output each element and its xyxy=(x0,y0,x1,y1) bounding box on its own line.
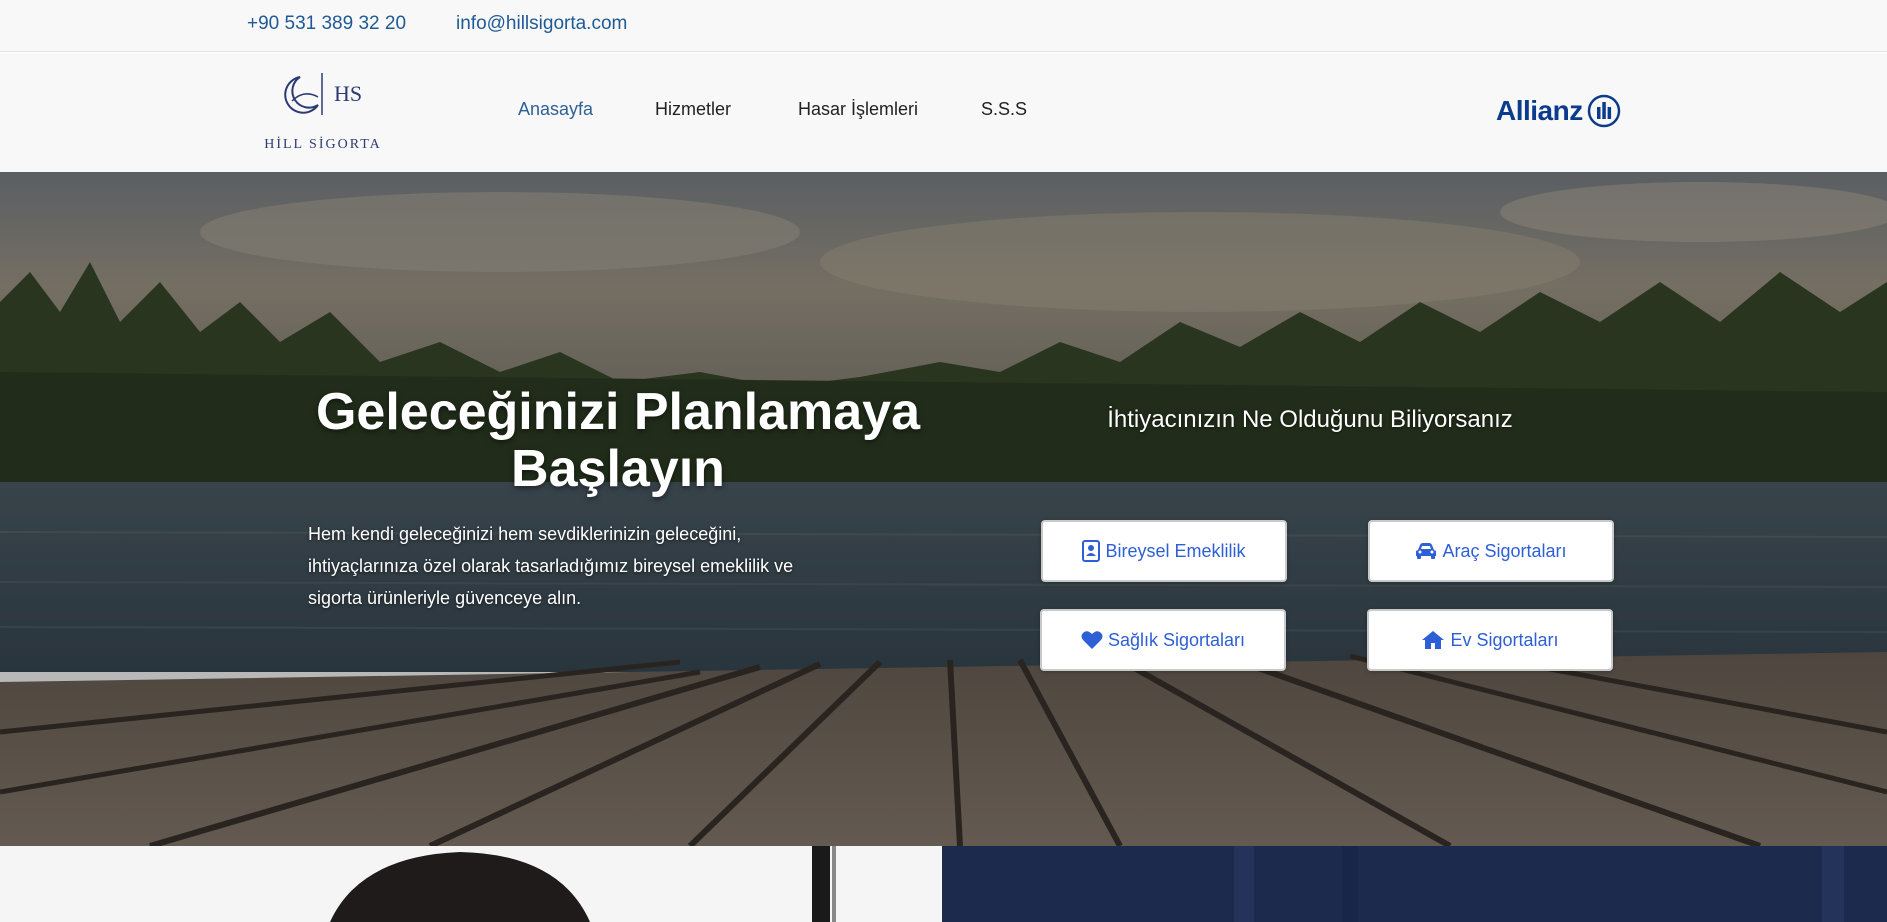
service-button-health[interactable]: Sağlık Sigortaları xyxy=(1040,609,1286,671)
phone-link[interactable]: +90 531 389 32 20 xyxy=(247,13,406,35)
hero-title-line-1: Geleceğinizi Planlamaya xyxy=(315,383,921,441)
hero-section: Geleceğinizi Planlamaya Başlayın Hem ken… xyxy=(0,172,1887,846)
logo-wordmark: HİLL SİGORTA xyxy=(264,137,382,152)
promo-dark-panel xyxy=(942,846,1887,922)
contact-book-icon xyxy=(1082,540,1101,562)
service-button-label: Bireysel Emeklilik xyxy=(1105,540,1246,561)
hero-title-line-2: Başlayın xyxy=(511,440,725,499)
email-link[interactable]: info@hillsigorta.com xyxy=(456,13,627,35)
promo-image-panel xyxy=(0,846,942,922)
person-photo xyxy=(0,846,942,922)
service-button-pension[interactable]: Bireysel Emeklilik xyxy=(1041,520,1287,582)
service-button-label: Sağlık Sigortaları xyxy=(1107,629,1246,650)
hero-question: İhtiyacınızın Ne Olduğunu Biliyorsanız xyxy=(1107,406,1513,433)
nav-item-home[interactable]: Anasayfa xyxy=(518,99,593,120)
service-button-home[interactable]: Ev Sigortaları xyxy=(1367,609,1613,671)
home-icon xyxy=(1421,630,1445,650)
car-icon xyxy=(1415,542,1437,560)
service-button-car[interactable]: Araç Sigortaları xyxy=(1368,520,1614,582)
logo-monogram: HS xyxy=(334,81,363,106)
site-logo[interactable]: HS HİLL SİGORTA xyxy=(258,71,388,157)
dark-panel-background xyxy=(942,846,1887,922)
partner-logo[interactable]: Allianz xyxy=(1496,91,1621,131)
service-button-label: Ev Sigortaları xyxy=(1450,629,1559,650)
hero-title: Geleceğinizi Planlamaya Başlayın xyxy=(290,383,946,499)
nav-item-faq[interactable]: S.S.S xyxy=(981,99,1027,120)
nav-item-services[interactable]: Hizmetler xyxy=(655,99,731,120)
top-contact-bar: +90 531 389 32 20 info@hillsigorta.com xyxy=(0,0,1887,52)
nav-item-claims[interactable]: Hasar İşlemleri xyxy=(798,99,918,120)
main-navigation: HS HİLL SİGORTA Anasayfa Hizmetler Hasar… xyxy=(0,53,1887,172)
heart-icon xyxy=(1081,630,1103,650)
hero-description: Hem kendi geleceğinizi hem sevdikleriniz… xyxy=(308,524,794,608)
hero-overlay xyxy=(0,172,1887,846)
partner-wordmark: Allianz xyxy=(1496,95,1583,126)
service-button-label: Araç Sigortaları xyxy=(1442,540,1567,561)
allianz-emblem-icon xyxy=(1587,94,1620,128)
